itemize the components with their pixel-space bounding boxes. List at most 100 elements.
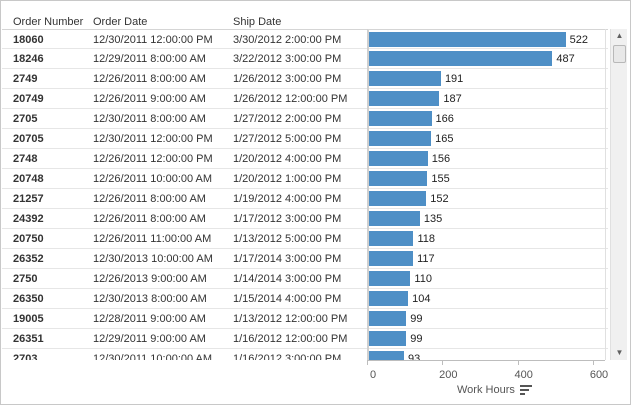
work-hours-bar[interactable] bbox=[369, 291, 409, 306]
table-row[interactable]: 2748 12/26/2011 12:00:00 PM 1/20/2012 4:00… bbox=[2, 149, 608, 169]
work-hours-bar[interactable] bbox=[369, 351, 405, 360]
order-date-cell: 12/26/2011 11:00:00 AM bbox=[93, 233, 212, 245]
bar-value-label: 110 bbox=[414, 273, 432, 285]
bar-value-label: 156 bbox=[431, 153, 451, 165]
work-hours-bar[interactable] bbox=[369, 191, 427, 206]
column-header-order-number[interactable]: Order Number bbox=[13, 16, 83, 28]
table-header: Order Number Order Date Ship Date bbox=[2, 2, 609, 29]
ship-date-cell: 1/27/2012 2:00:00 PM bbox=[233, 113, 342, 125]
work-hours-bar[interactable] bbox=[369, 271, 411, 286]
bar-cell: 165 bbox=[368, 129, 606, 149]
x-axis-tick-label: 600 bbox=[589, 369, 609, 381]
work-hours-bar[interactable] bbox=[369, 32, 566, 47]
work-hours-bar[interactable] bbox=[369, 91, 440, 106]
bar-cell: 118 bbox=[368, 229, 606, 249]
scroll-down-arrow-icon[interactable]: ▼ bbox=[611, 346, 628, 360]
vertical-scrollbar[interactable]: ▲ ▼ bbox=[610, 29, 627, 360]
work-hours-bar[interactable] bbox=[369, 311, 407, 326]
order-date-cell: 12/29/2011 8:00:00 AM bbox=[93, 53, 206, 65]
ship-date-cell: 1/26/2012 3:00:00 PM bbox=[233, 73, 342, 85]
work-hours-bar[interactable] bbox=[369, 231, 414, 246]
table-row[interactable]: 20748 12/26/2011 10:00:00 AM 1/20/2012 1:0… bbox=[2, 169, 608, 189]
table-row[interactable]: 2750 12/26/2013 9:00:00 AM 1/14/2014 3:00:… bbox=[2, 269, 608, 289]
ship-date-cell: 1/27/2012 5:00:00 PM bbox=[233, 133, 342, 145]
ship-date-cell: 1/20/2012 4:00:00 PM bbox=[233, 153, 342, 165]
work-hours-bar[interactable] bbox=[369, 211, 420, 226]
bar-value-label: 118 bbox=[417, 233, 435, 245]
bar-cell: 487 bbox=[368, 49, 606, 69]
ship-date-cell: 1/16/2012 12:00:00 PM bbox=[233, 333, 348, 345]
x-axis-tick-label: 0 bbox=[369, 369, 377, 381]
table-row[interactable]: 18246 12/29/2011 8:00:00 AM 3/22/2012 3:00… bbox=[2, 49, 608, 69]
work-hours-bar[interactable] bbox=[369, 151, 428, 166]
x-axis-tick bbox=[517, 361, 519, 365]
work-hours-bar[interactable] bbox=[369, 331, 407, 346]
table-row[interactable]: 18060 12/30/2011 12:00:00 PM 3/30/2012 2:0… bbox=[2, 29, 608, 50]
bar-cell: 135 bbox=[368, 209, 606, 229]
bar-value-label: 165 bbox=[435, 133, 454, 145]
order-date-cell: 12/29/2011 9:00:00 AM bbox=[93, 333, 206, 345]
bar-cell: 99 bbox=[368, 309, 606, 329]
order-date-cell: 12/26/2013 9:00:00 AM bbox=[93, 273, 207, 285]
table-row[interactable]: 2703 12/30/2011 10:00:00 AM 1/16/2012 3:00… bbox=[2, 349, 608, 360]
table-row[interactable]: 24392 12/26/2011 8:00:00 AM 1/17/2012 3:00… bbox=[2, 209, 608, 229]
work-hours-bar[interactable] bbox=[369, 71, 441, 86]
table-row[interactable]: 21257 12/26/2011 8:00:00 AM 1/19/2012 4:00… bbox=[2, 189, 608, 209]
bar-value-label: 166 bbox=[435, 113, 454, 125]
order-number-cell: 2750 bbox=[13, 273, 38, 285]
bar-value-label: 135 bbox=[423, 213, 443, 225]
scroll-up-arrow-icon[interactable]: ▲ bbox=[611, 29, 628, 43]
table-row[interactable]: 26350 12/30/2013 8:00:00 AM 1/15/2014 4:00… bbox=[2, 289, 608, 309]
bar-value-label: 93 bbox=[408, 353, 421, 360]
order-date-cell: 12/26/2011 8:00:00 AM bbox=[93, 73, 206, 85]
order-number-cell: 2705 bbox=[13, 113, 38, 125]
order-number-cell: 26350 bbox=[13, 293, 44, 305]
order-number-cell: 20705 bbox=[13, 133, 44, 145]
order-date-cell: 12/26/2011 9:00:00 AM bbox=[93, 93, 206, 105]
bar-value-label: 99 bbox=[410, 313, 423, 325]
column-header-order-date[interactable]: Order Date bbox=[93, 16, 147, 28]
worksheet-frame: Order Number Order Date Ship Date 18060 1… bbox=[0, 0, 631, 405]
bar-value-label: 155 bbox=[431, 173, 450, 185]
table-row[interactable]: 26351 12/29/2011 9:00:00 AM 1/16/2012 12:0… bbox=[2, 329, 608, 349]
table-row[interactable]: 2705 12/30/2011 8:00:00 AM 1/27/2012 2:00:… bbox=[2, 109, 608, 129]
table-row[interactable]: 20705 12/30/2011 12:00:00 PM 1/27/2012 5:0… bbox=[2, 129, 608, 149]
order-date-cell: 12/26/2011 10:00:00 AM bbox=[93, 173, 213, 185]
work-hours-bar[interactable] bbox=[369, 171, 428, 186]
table-row[interactable]: 20749 12/26/2011 9:00:00 AM 1/26/2012 12:0… bbox=[2, 89, 608, 109]
table-row[interactable]: 2749 12/26/2011 8:00:00 AM 1/26/2012 3:00:… bbox=[2, 69, 608, 89]
bar-cell: 93 bbox=[368, 349, 606, 360]
order-number-cell: 21257 bbox=[13, 193, 44, 205]
table-row[interactable]: 26352 12/30/2013 10:00:00 AM 1/17/2014 3:0… bbox=[2, 249, 608, 269]
ship-date-cell: 3/22/2012 3:00:00 PM bbox=[233, 53, 342, 65]
x-axis-tick-label: 200 bbox=[439, 369, 458, 381]
table-row[interactable]: 19005 12/28/2011 9:00:00 AM 1/13/2012 12:0… bbox=[2, 309, 608, 329]
bar-value-label: 99 bbox=[410, 333, 423, 345]
order-date-cell: 12/30/2013 8:00:00 AM bbox=[93, 293, 207, 305]
order-date-cell: 12/30/2013 10:00:00 AM bbox=[93, 253, 213, 265]
order-number-cell: 26351 bbox=[13, 333, 44, 345]
ship-date-cell: 1/17/2012 3:00:00 PM bbox=[233, 213, 342, 225]
scrollbar-thumb[interactable] bbox=[613, 45, 626, 63]
work-hours-bar[interactable] bbox=[369, 251, 414, 266]
order-date-cell: 12/30/2011 8:00:00 AM bbox=[93, 113, 206, 125]
bar-cell: 99 bbox=[368, 329, 606, 349]
table-row[interactable]: 20750 12/26/2011 11:00:00 AM 1/13/2012 5:0… bbox=[2, 229, 608, 249]
table-body[interactable]: 18060 12/30/2011 12:00:00 PM 3/30/2012 2:0… bbox=[2, 29, 609, 360]
ship-date-cell: 1/16/2012 3:00:00 PM bbox=[233, 353, 342, 360]
column-header-ship-date[interactable]: Ship Date bbox=[233, 16, 281, 28]
order-date-cell: 12/26/2011 12:00:00 PM bbox=[93, 153, 213, 165]
order-number-cell: 18060 bbox=[13, 34, 44, 46]
work-hours-bar[interactable] bbox=[369, 51, 553, 66]
order-number-cell: 20750 bbox=[13, 233, 44, 245]
work-hours-bar[interactable] bbox=[369, 111, 432, 126]
x-axis: Work Hours 0 200 400 600 bbox=[367, 360, 609, 404]
bar-value-label: 152 bbox=[430, 193, 449, 205]
order-number-cell: 2703 bbox=[13, 353, 38, 360]
order-date-cell: 12/26/2011 8:00:00 AM bbox=[93, 193, 206, 205]
order-number-cell: 19005 bbox=[13, 313, 44, 325]
bar-cell: 117 bbox=[368, 249, 606, 269]
work-hours-bar[interactable] bbox=[369, 131, 432, 146]
sort-descending-icon[interactable] bbox=[520, 385, 532, 396]
ship-date-cell: 1/20/2012 1:00:00 PM bbox=[233, 173, 342, 185]
